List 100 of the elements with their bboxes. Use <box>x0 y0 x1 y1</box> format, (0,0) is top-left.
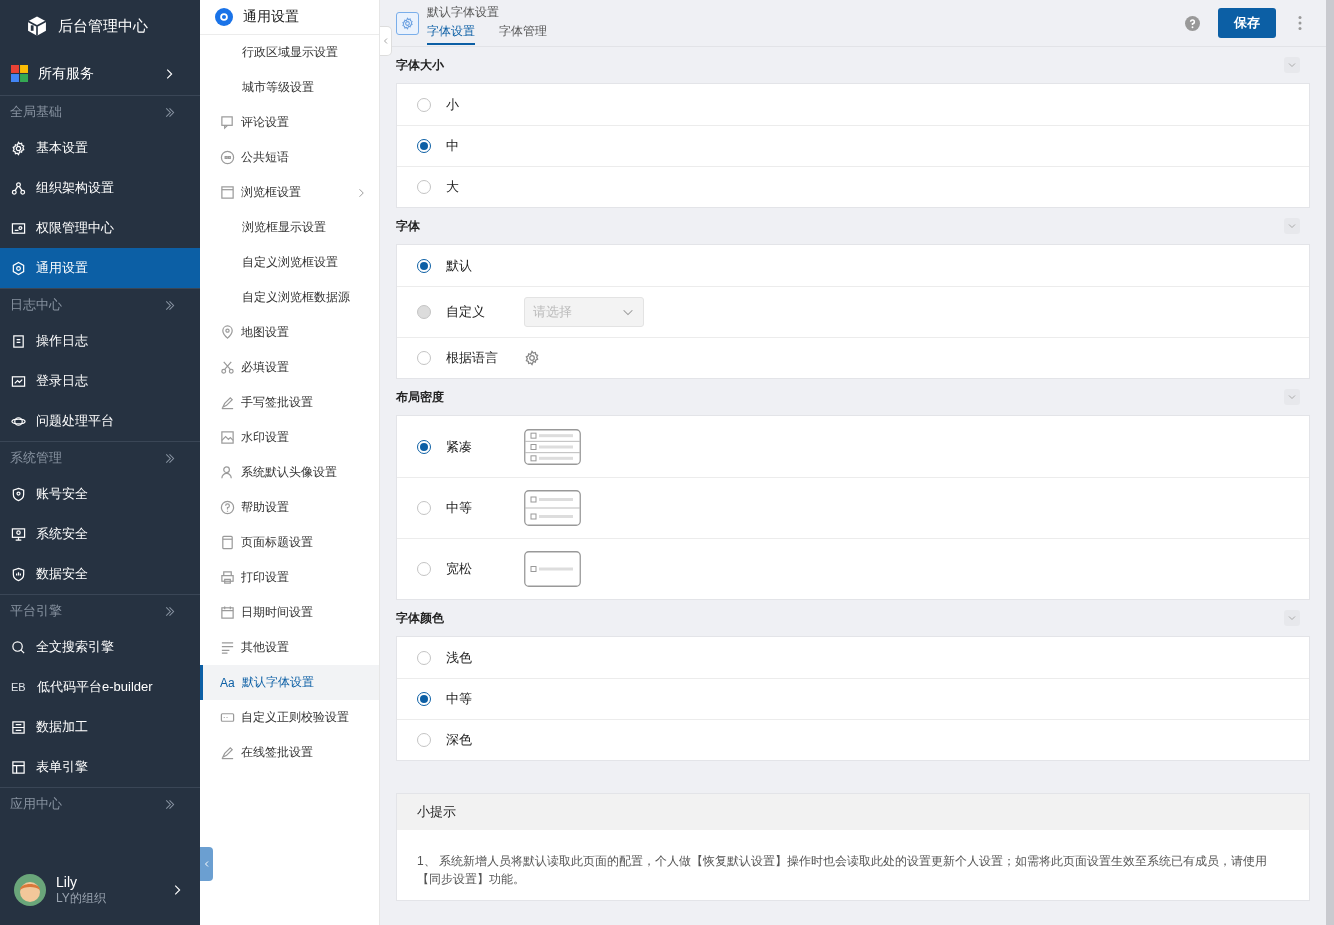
collapse-toggle[interactable] <box>1284 57 1300 73</box>
sidebar-item[interactable]: 表单引擎 <box>0 747 200 787</box>
submenu-item[interactable]: 城市等级设置 <box>200 70 379 105</box>
group-header[interactable]: 日志中心 <box>0 289 200 321</box>
collapse-toggle[interactable] <box>1284 218 1300 234</box>
collapse-toggle[interactable] <box>1284 610 1300 626</box>
collapse-handle[interactable] <box>380 26 392 56</box>
double-chevron-icon <box>163 797 176 811</box>
density-preview-icon <box>524 428 581 465</box>
sidebar-item[interactable]: 系统安全 <box>0 514 200 554</box>
shield-icon <box>11 566 26 582</box>
submenu-item[interactable]: 打印设置 <box>200 560 379 595</box>
sidebar-item[interactable]: 数据加工 <box>0 707 200 747</box>
gear-icon[interactable] <box>524 350 540 366</box>
calendar-icon <box>220 605 235 620</box>
scrollbar[interactable] <box>1326 0 1334 925</box>
sidebar-item[interactable]: 通用设置 <box>0 248 200 288</box>
submenu-item[interactable]: 必填设置 <box>200 350 379 385</box>
radio-button[interactable] <box>417 733 431 747</box>
radio-button[interactable] <box>417 180 431 194</box>
id-card-icon <box>11 220 26 236</box>
user-profile[interactable]: Lily LY的组织 <box>0 855 200 925</box>
submenu-item[interactable]: 浏览框设置 <box>200 175 379 210</box>
group-label: 日志中心 <box>10 296 62 314</box>
group-header[interactable]: 系统管理 <box>0 442 200 474</box>
collapse-handle[interactable] <box>200 847 213 881</box>
group-header[interactable]: 全局基础 <box>0 96 200 128</box>
window-icon <box>220 185 235 200</box>
sidebar-item[interactable]: 基本设置 <box>0 128 200 168</box>
submenu-item[interactable]: 其他设置 <box>200 630 379 665</box>
option-label: 根据语言 <box>446 349 499 367</box>
submenu-item[interactable]: 自定义浏览框数据源 <box>200 280 379 315</box>
radio-button[interactable] <box>417 439 431 454</box>
submenu-item[interactable]: 在线签批设置 <box>200 735 379 770</box>
eb-badge-icon: EB <box>11 681 27 693</box>
section-title: 布局密度 <box>396 388 444 406</box>
field-icon <box>220 710 235 725</box>
gear-icon <box>215 8 233 26</box>
radio-button[interactable] <box>417 562 431 576</box>
sidebar-item[interactable]: 数据安全 <box>0 554 200 594</box>
pen-icon <box>220 395 235 410</box>
org-chart-icon <box>11 180 26 196</box>
radio-button[interactable] <box>417 258 431 273</box>
option-label: 大 <box>446 178 460 196</box>
group-label: 系统管理 <box>10 449 62 467</box>
group-header[interactable]: 应用中心 <box>0 788 200 820</box>
radio-button[interactable] <box>417 692 431 706</box>
sidebar-item[interactable]: 操作日志 <box>0 321 200 361</box>
chevron-left-icon <box>202 860 211 868</box>
sidebar-item[interactable]: 组织架构设置 <box>0 168 200 208</box>
avatar-icon <box>14 874 46 906</box>
user-org: LY的组织 <box>56 890 107 907</box>
submenu-item[interactable]: 自定义浏览框设置 <box>200 245 379 280</box>
submenu-item[interactable]: 地图设置 <box>200 315 379 350</box>
density-preview-icon <box>524 551 581 587</box>
submenu-item[interactable]: 水印设置 <box>200 420 379 455</box>
radio-button[interactable] <box>417 139 431 153</box>
submenu-item[interactable]: Aa 默认字体设置 <box>200 665 379 700</box>
radio-button[interactable] <box>417 501 431 515</box>
app-title: 后台管理中心 <box>58 16 148 36</box>
tab[interactable]: 字体设置 <box>427 20 475 45</box>
help-icon <box>1185 15 1200 31</box>
more-icon <box>1298 15 1302 31</box>
radio-button[interactable] <box>417 351 431 365</box>
submenu-item[interactable]: 帮助设置 <box>200 490 379 525</box>
collapse-toggle[interactable] <box>1284 389 1300 405</box>
sidebar-item[interactable]: 权限管理中心 <box>0 208 200 248</box>
section-title: 字体大小 <box>396 56 444 74</box>
submenu-item[interactable]: 公共短语 <box>200 140 379 175</box>
option-label: 浅色 <box>446 648 473 667</box>
submenu-item[interactable]: 浏览框显示设置 <box>200 210 379 245</box>
option-label: 默认 <box>446 256 473 275</box>
submenu-item[interactable]: 手写签批设置 <box>200 385 379 420</box>
sidebar-item[interactable]: 登录日志 <box>0 361 200 401</box>
option-label: 小 <box>446 95 460 114</box>
submenu-title[interactable]: 通用设置 <box>200 0 379 35</box>
radio-button[interactable] <box>417 650 431 665</box>
double-chevron-icon <box>163 451 176 465</box>
all-services-item[interactable]: 所有服务 <box>0 52 200 96</box>
option-label: 中等 <box>446 690 473 708</box>
page-icon <box>220 535 235 550</box>
sidebar-item[interactable]: 问题处理平台 <box>0 401 200 441</box>
sidebar-item[interactable]: EB 低代码平台e-builder <box>0 667 200 707</box>
submenu-item[interactable]: 行政区域显示设置 <box>200 35 379 70</box>
submenu-item[interactable]: 自定义正则校验设置 <box>200 700 379 735</box>
sidebar-item[interactable]: 账号安全 <box>0 474 200 514</box>
submenu-item[interactable]: 评论设置 <box>200 105 379 140</box>
section-title: 字体颜色 <box>396 609 444 627</box>
submenu-item[interactable]: 系统默认头像设置 <box>200 455 379 490</box>
save-button[interactable]: 保存 <box>1218 8 1276 38</box>
radio-button[interactable] <box>417 97 431 112</box>
comment-icon <box>220 115 235 130</box>
page-title: 默认字体设置 <box>427 3 500 21</box>
cube-logo-icon <box>26 15 48 37</box>
submenu-item[interactable]: 日期时间设置 <box>200 595 379 630</box>
sidebar-item[interactable]: 全文搜索引擎 <box>0 627 200 667</box>
monitor-icon <box>11 373 26 389</box>
group-header[interactable]: 平台引擎 <box>0 595 200 627</box>
tab[interactable]: 字体管理 <box>499 20 547 45</box>
submenu-item[interactable]: 页面标题设置 <box>200 525 379 560</box>
